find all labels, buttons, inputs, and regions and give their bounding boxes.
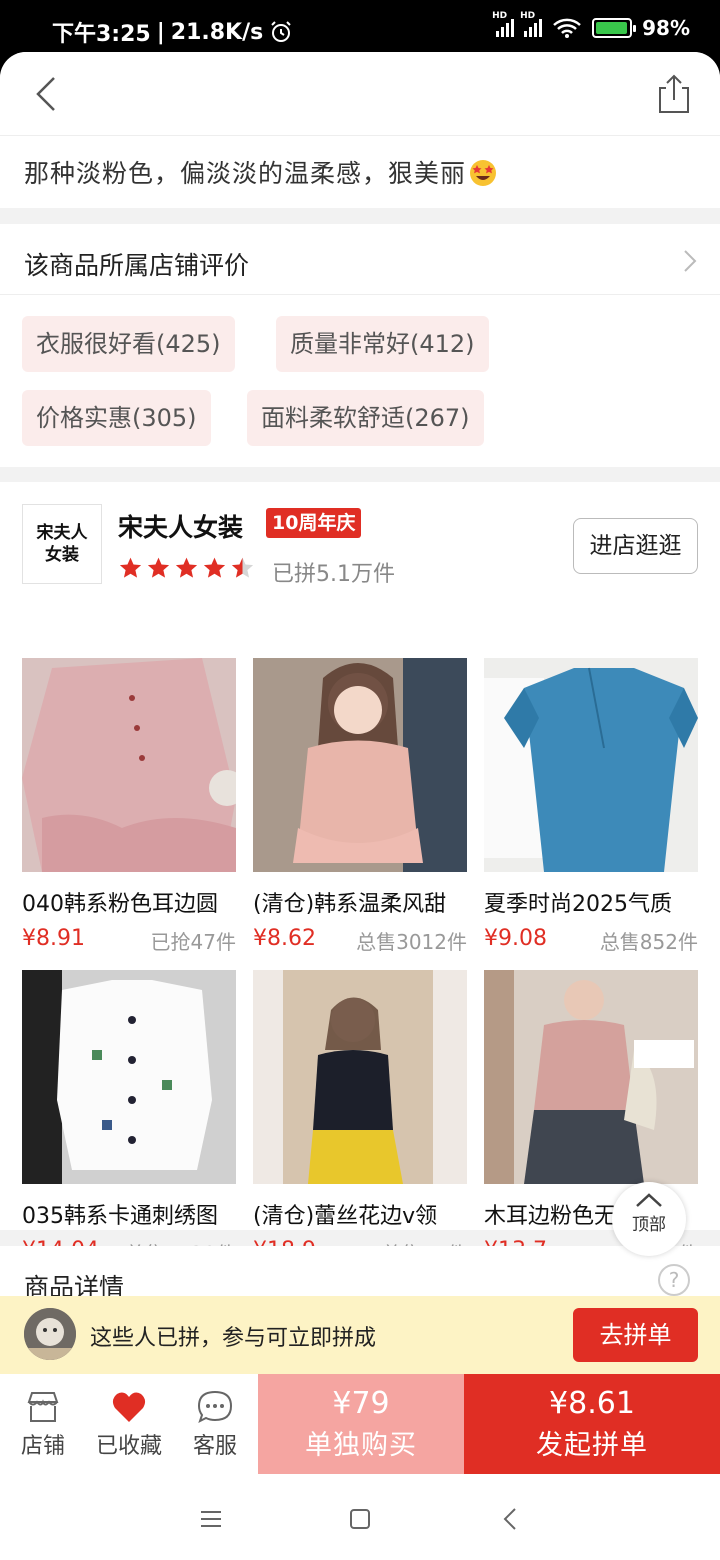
share-icon [659, 74, 689, 113]
review-tag[interactable]: 价格实惠(305) [22, 390, 211, 446]
product-price: ¥8.62 [253, 926, 316, 951]
alarm-icon [271, 21, 291, 42]
favorite-label: 已收藏 [95, 1434, 162, 1459]
group-buy-label: 发起拼单 [536, 1430, 648, 1461]
shop-button[interactable]: 店铺 [0, 1374, 86, 1474]
scroll-to-top-label: 顶部 [632, 1215, 666, 1235]
product-name: (清仓)韩系温柔风甜 [253, 892, 447, 917]
buy-alone-price: ¥79 [332, 1386, 390, 1421]
scroll-to-top-button[interactable]: 顶部 [612, 1182, 686, 1256]
review-tag[interactable]: 质量非常好(412) [276, 316, 489, 372]
star-icon [119, 557, 142, 578]
signal-icon: HD [492, 11, 515, 37]
status-bar: 下午3:25 | 21.8K/s HD HD 98% [0, 0, 720, 60]
shop-logo[interactable]: 宋夫人女装 [22, 504, 102, 584]
product-name: 040韩系粉色耳边圆 [22, 892, 218, 917]
back-button[interactable] [26, 72, 66, 116]
system-nav-bar [0, 1476, 720, 1560]
clock: 下午3:25 [52, 22, 151, 47]
signal-icon-2: HD [520, 11, 543, 37]
battery-percent: 98% [642, 16, 690, 40]
product-image [22, 658, 236, 872]
heart-icon [112, 1392, 146, 1422]
product-sold: 总售3012件 [356, 930, 467, 954]
chevron-up-icon [636, 1193, 662, 1207]
review-text: 那种淡粉色，偏淡淡的温柔感，狠美丽 [24, 159, 467, 188]
shop-name[interactable]: 宋夫人女装 [118, 508, 243, 544]
avatar [24, 1308, 76, 1360]
action-bar: 店铺 已收藏 客服 ¥79 单独购买 ¥8.61 发起拼单 [0, 1374, 720, 1476]
visit-shop-button[interactable]: 进店逛逛 [573, 518, 698, 574]
wifi-icon [553, 18, 581, 38]
share-button[interactable] [654, 72, 694, 116]
star-icon [147, 557, 170, 578]
battery-icon [592, 18, 637, 38]
product-image [253, 658, 467, 872]
group-buy-price: ¥8.61 [549, 1386, 635, 1421]
star-icon [175, 557, 198, 578]
product-name: 夏季时尚2025气质 [484, 892, 672, 917]
product-card[interactable]: (清仓)韩系温柔风甜 ¥8.62 总售3012件 [253, 658, 467, 958]
anniversary-badge: 10周年庆 [266, 508, 362, 538]
network-speed: 21.8K/s [170, 19, 264, 45]
product-image [22, 970, 236, 1184]
chat-icon [197, 1390, 233, 1423]
star-icon [203, 557, 226, 578]
star-eyes-emoji-icon [470, 160, 497, 186]
review-tag[interactable]: 衣服很好看(425) [22, 316, 235, 372]
product-image [484, 658, 698, 872]
product-price: ¥9.08 [484, 926, 547, 951]
chevron-right-icon [684, 250, 697, 272]
join-group-button[interactable]: 去拼单 [573, 1308, 698, 1362]
shop-rating [118, 556, 255, 581]
group-buy-message: 这些人已拼，参与可立即拼成 [90, 1326, 377, 1351]
shop-icon [27, 1392, 59, 1422]
review-tag[interactable]: 面料柔软舒适(267) [247, 390, 484, 446]
shop-label: 店铺 [20, 1434, 65, 1459]
home-icon[interactable] [345, 1504, 375, 1534]
product-card[interactable]: 035韩系卡通刺绣图 ¥14.04 总售1730件 [22, 970, 236, 1270]
start-group-buy-button[interactable]: ¥8.61 发起拼单 [464, 1374, 720, 1474]
buy-alone-label: 单独购买 [305, 1430, 417, 1461]
product-card[interactable]: 夏季时尚2025气质 ¥9.08 总售852件 [484, 658, 698, 958]
product-price: ¥8.91 [22, 926, 85, 951]
product-name: 035韩系卡通刺绣图 [22, 1204, 218, 1229]
customer-service-button[interactable]: 客服 [172, 1374, 258, 1474]
top-bar [0, 52, 720, 136]
product-sold: 已抢47件 [150, 930, 236, 954]
product-sold: 总售852件 [599, 930, 698, 954]
product-card[interactable]: 040韩系粉色耳边圆 ¥8.91 已抢47件 [22, 658, 236, 958]
product-image [253, 970, 467, 1184]
help-icon[interactable]: ? [658, 1264, 690, 1296]
buy-alone-button[interactable]: ¥79 单独购买 [258, 1374, 464, 1474]
group-buy-banner: 这些人已拼，参与可立即拼成 去拼单 [0, 1296, 720, 1374]
back-arrow-icon [36, 77, 55, 111]
product-page: 那种淡粉色，偏淡淡的温柔感，狠美丽 该商品所属店铺评价 衣服很好看(425) 质… [0, 52, 720, 1476]
shop-card: 宋夫人女装 宋夫人女装 10周年庆 已拼5.1万件 进店逛逛 040韩系粉色耳边… [0, 482, 720, 1266]
customer-service-label: 客服 [192, 1434, 237, 1459]
back-nav-icon[interactable] [496, 1504, 526, 1534]
product-name: (清仓)蕾丝花边v领 [253, 1204, 438, 1229]
shop-review-section[interactable]: 该商品所属店铺评价 衣服很好看(425) 质量非常好(412) 价格实惠(305… [0, 224, 720, 467]
menu-icon[interactable] [196, 1504, 226, 1534]
review-snippet: 那种淡粉色，偏淡淡的温柔感，狠美丽 [0, 136, 720, 208]
favorite-button[interactable]: 已收藏 [86, 1374, 172, 1474]
product-image [484, 970, 698, 1184]
star-icon [231, 557, 254, 578]
shop-sold-count: 已拼5.1万件 [272, 562, 395, 587]
shop-review-title: 该商品所属店铺评价 [24, 251, 250, 280]
separator: | [156, 19, 165, 45]
product-card[interactable]: (清仓)蕾丝花边v领 ¥18.9 总售44件 [253, 970, 467, 1270]
divider [0, 294, 720, 295]
